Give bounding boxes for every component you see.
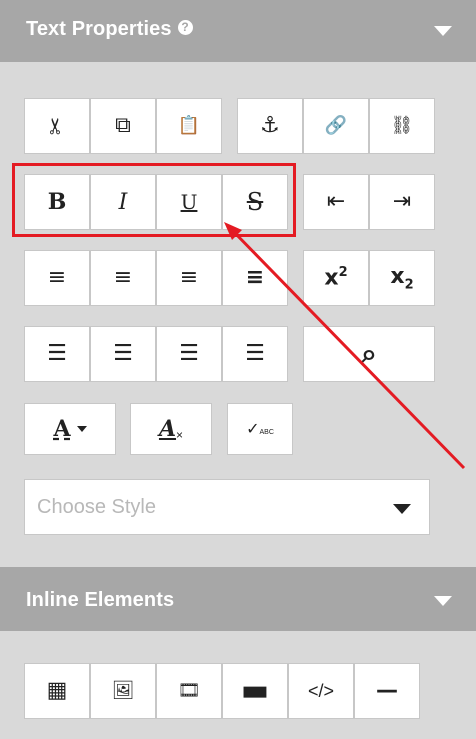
annotation-arrow-icon: [224, 222, 466, 470]
properties-panel: Text Properties? ✂ ⧉ 📋 ⚓ 🔗 ⛓ B I U S ⇤ ⇥…: [0, 0, 476, 739]
